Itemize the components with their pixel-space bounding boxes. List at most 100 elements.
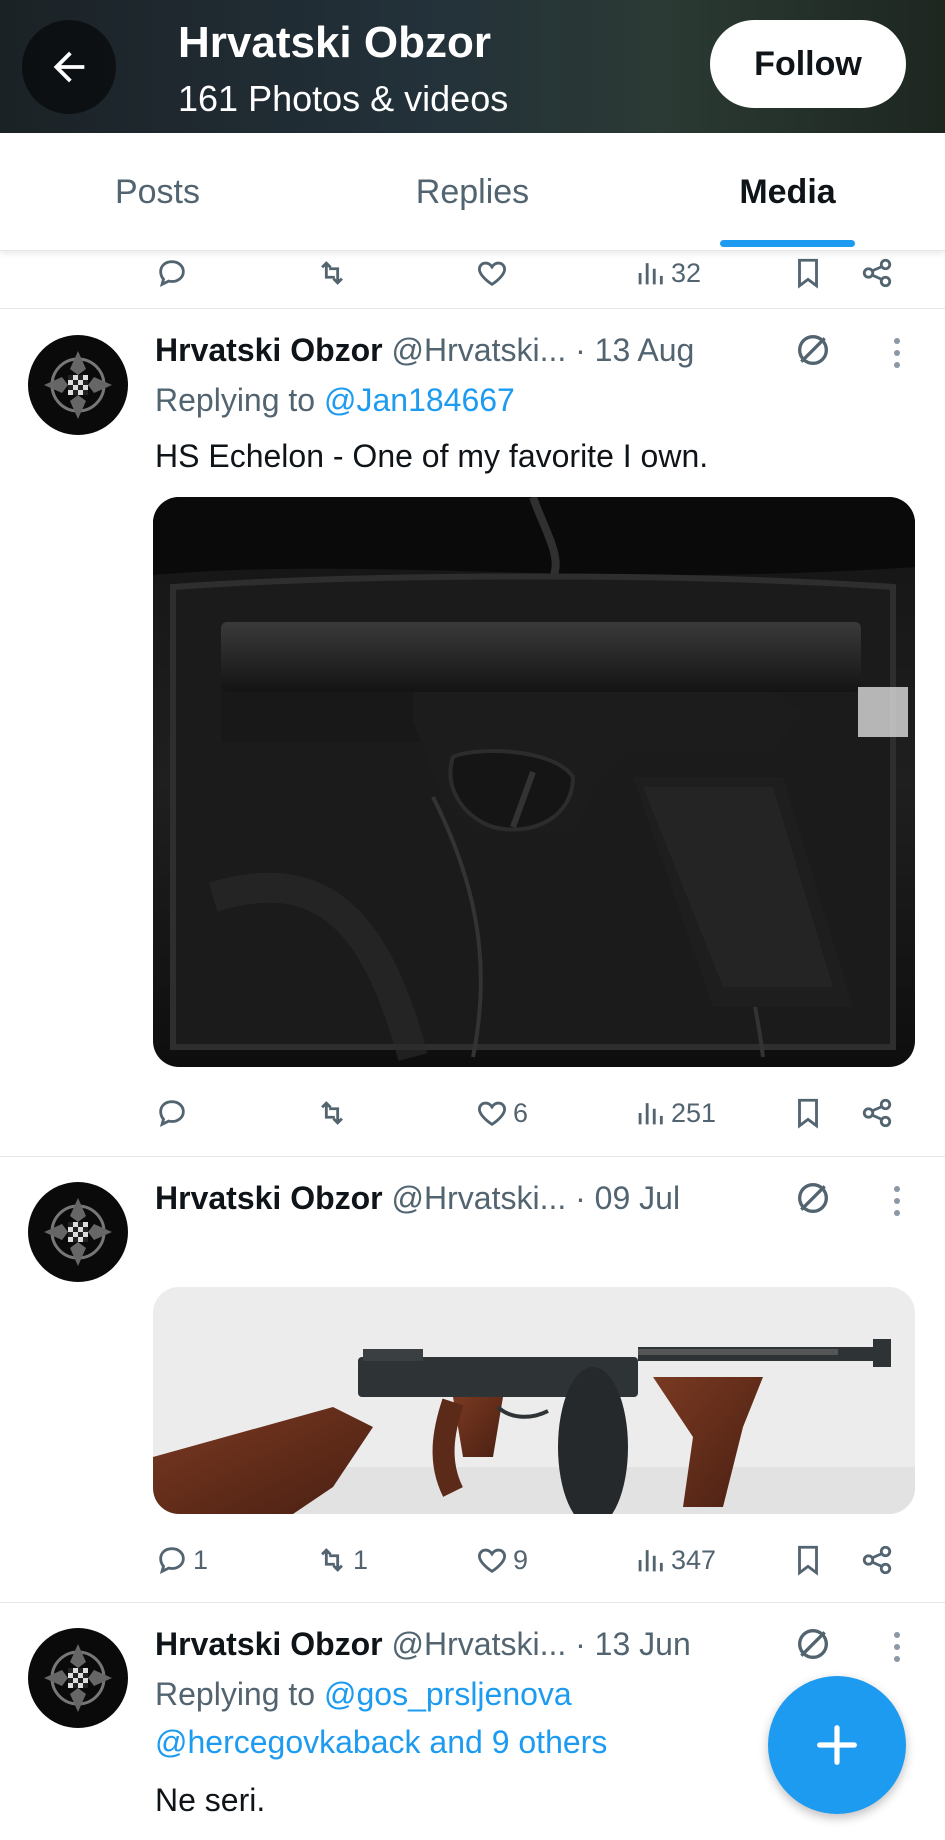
bookmark-icon	[798, 1098, 818, 1129]
replying-to: Replying to @Jan184667	[155, 382, 515, 419]
grok-icon[interactable]	[793, 1624, 833, 1664]
tweet-time[interactable]: · 13 Jun	[575, 1626, 691, 1662]
reply-icon	[159, 1100, 185, 1127]
heart-icon	[478, 1101, 506, 1127]
tweet-time[interactable]: · 13 Aug	[575, 332, 694, 368]
mention-link[interactable]: @hercegovkaback and 9 others	[155, 1724, 607, 1760]
mention-link[interactable]: @gos_prsljenova	[324, 1676, 572, 1712]
heart-icon	[478, 1548, 506, 1574]
heart-icon	[478, 261, 506, 287]
bookmark-button[interactable]	[791, 248, 825, 298]
avatar[interactable]	[28, 335, 128, 435]
reply-icon	[159, 260, 185, 287]
emblem-icon	[44, 1644, 112, 1712]
like-count: 6	[513, 1097, 529, 1128]
like-button[interactable]: 9	[475, 1535, 528, 1585]
action-row: 32	[155, 248, 915, 298]
like-button[interactable]	[475, 248, 513, 298]
follow-button[interactable]: Follow	[710, 20, 906, 108]
plus-icon	[817, 1725, 857, 1765]
emblem-icon	[44, 351, 112, 419]
replying-to-more: @hercegovkaback and 9 others	[155, 1724, 607, 1761]
views-button[interactable]: 32	[633, 248, 701, 298]
share-icon	[862, 258, 892, 288]
more-options-icon[interactable]	[893, 1186, 901, 1216]
mention-link[interactable]: @Jan184667	[324, 382, 515, 418]
grok-icon[interactable]	[793, 330, 833, 370]
share-icon	[862, 1545, 892, 1575]
media-count: 161 Photos & videos	[178, 78, 509, 119]
reply-button[interactable]: 1	[155, 1535, 208, 1585]
repost-icon	[321, 261, 343, 285]
tweet-image[interactable]	[153, 1287, 915, 1514]
repost-icon	[321, 1101, 343, 1125]
tab-replies[interactable]: Replies	[315, 133, 630, 251]
share-icon	[862, 1098, 892, 1128]
author-handle[interactable]: @Hrvatski...	[392, 1626, 567, 1662]
divider	[0, 1156, 945, 1157]
replying-prefix: Replying to	[155, 382, 316, 418]
avatar[interactable]	[28, 1628, 128, 1728]
avatar[interactable]	[28, 1182, 128, 1282]
tab-posts[interactable]: Posts	[0, 133, 315, 251]
reply-icon	[159, 1547, 185, 1574]
more-options-icon[interactable]	[893, 338, 901, 368]
views-button[interactable]: 251	[633, 1088, 716, 1138]
tweet-text: HS Echelon - One of my favorite I own.	[155, 438, 709, 474]
grok-icon[interactable]	[793, 1178, 833, 1218]
repost-button[interactable]: 1	[315, 1535, 368, 1585]
author-handle[interactable]: @Hrvatski...	[392, 332, 567, 368]
views-icon	[638, 263, 663, 285]
tweet-header: Hrvatski Obzor @Hrvatski... · 13 Aug	[155, 332, 694, 369]
reply-button[interactable]	[155, 248, 193, 298]
views-icon	[638, 1103, 663, 1125]
back-button[interactable]	[22, 20, 116, 114]
compose-button[interactable]	[768, 1676, 906, 1814]
tweet-header: Hrvatski Obzor @Hrvatski... · 09 Jul	[155, 1180, 680, 1217]
profile-header: Hrvatski Obzor 161 Photos & videos Follo…	[0, 0, 945, 133]
share-button[interactable]	[860, 248, 894, 298]
share-button[interactable]	[860, 1088, 894, 1138]
views-icon	[638, 1550, 663, 1572]
tweet-image[interactable]	[153, 497, 915, 1067]
reply-button[interactable]	[155, 1088, 193, 1138]
emblem-icon	[44, 1198, 112, 1266]
repost-button[interactable]	[315, 1088, 353, 1138]
like-count: 9	[513, 1544, 529, 1575]
tab-media[interactable]: Media	[630, 133, 945, 251]
views-button[interactable]: 347	[633, 1535, 716, 1585]
replying-to: Replying to @gos_prsljenova	[155, 1676, 572, 1713]
reply-count: 1	[193, 1544, 209, 1575]
more-options-icon[interactable]	[893, 1632, 901, 1662]
tweet-header: Hrvatski Obzor @Hrvatski... · 13 Jun	[155, 1626, 691, 1663]
bookmark-icon	[798, 258, 818, 289]
pistol-photo	[153, 497, 915, 1067]
divider	[0, 308, 945, 309]
repost-count: 1	[353, 1544, 369, 1575]
author-name[interactable]: Hrvatski Obzor	[155, 1626, 383, 1662]
bookmark-icon	[798, 1545, 818, 1576]
arrow-left-icon	[53, 51, 85, 83]
views-count: 347	[671, 1544, 717, 1575]
views-count: 32	[671, 257, 702, 288]
action-row: 1 1 9 347	[155, 1535, 915, 1585]
tweet-time[interactable]: · 09 Jul	[575, 1180, 680, 1216]
tweet-text: Ne seri.	[155, 1782, 266, 1818]
repost-button[interactable]	[315, 248, 353, 298]
share-button[interactable]	[860, 1535, 894, 1585]
author-name[interactable]: Hrvatski Obzor	[155, 332, 383, 368]
bookmark-button[interactable]	[791, 1088, 825, 1138]
repost-icon	[321, 1548, 343, 1572]
like-button[interactable]: 6	[475, 1088, 528, 1138]
divider	[0, 1602, 945, 1603]
replying-prefix: Replying to	[155, 1676, 316, 1712]
author-handle[interactable]: @Hrvatski...	[392, 1180, 567, 1216]
bookmark-button[interactable]	[791, 1535, 825, 1585]
profile-name: Hrvatski Obzor	[178, 18, 491, 67]
author-name[interactable]: Hrvatski Obzor	[155, 1180, 383, 1216]
action-row: 6 251	[155, 1088, 915, 1138]
views-count: 251	[671, 1097, 717, 1128]
tab-active-indicator	[720, 240, 855, 247]
submachine-gun-photo	[153, 1287, 915, 1514]
profile-tabs: Posts Replies Media	[0, 133, 945, 251]
